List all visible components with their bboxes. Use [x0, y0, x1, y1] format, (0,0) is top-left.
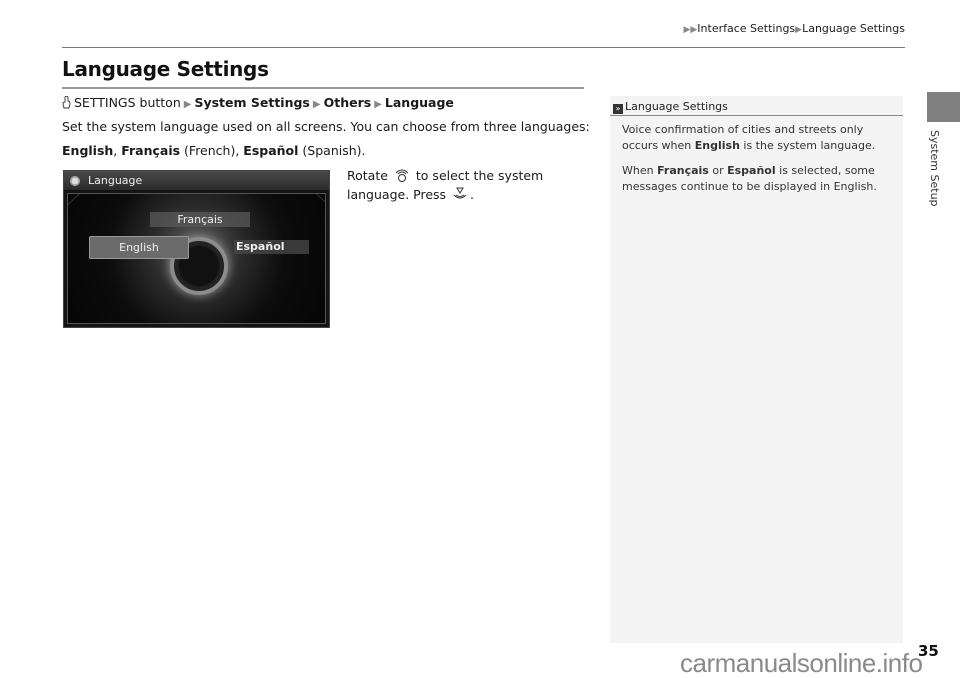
lang-french: Français [121, 143, 181, 158]
note-heading-text: Language Settings [625, 100, 728, 113]
lang-english: English [62, 143, 114, 158]
note-text: is the system language. [739, 139, 876, 152]
watermark: carmanualsonline.info [680, 648, 923, 678]
step-text: . [470, 187, 475, 202]
breadcrumb-item[interactable]: Language Settings [802, 22, 905, 35]
note-bold: English [694, 139, 740, 152]
note-paragraph: Voice confirmation of cities and streets… [622, 122, 897, 154]
menu-path: SETTINGS button ▶ System Settings ▶ Others ▶ L… [62, 95, 454, 110]
step-text: Rotate [347, 168, 388, 183]
note-divider [610, 115, 903, 116]
note-heading: » Language Settings [613, 100, 728, 114]
breadcrumb: ▶▶Interface Settings▶Language Settings [640, 22, 905, 35]
arrow-icon: ▶▶ [683, 25, 698, 35]
note-paragraph: When Français or Español is selected, so… [622, 163, 897, 195]
screen-title-bar: Language [64, 171, 329, 191]
note-bold: Français [657, 164, 709, 177]
screen-body: Français English Español [67, 193, 326, 324]
note-text: or [708, 164, 728, 177]
arrow-icon: ▶ [312, 99, 321, 110]
hand-pointer-icon [62, 96, 71, 109]
option-french[interactable]: Français [150, 212, 250, 227]
path-step: System Settings [194, 95, 310, 110]
arrow-icon: ▶ [374, 99, 382, 110]
breadcrumb-item[interactable]: Interface Settings [697, 22, 795, 35]
description-line: Set the system language used on all scre… [62, 119, 590, 134]
section-tab[interactable] [927, 92, 960, 122]
title-divider [62, 87, 584, 89]
double-arrow-icon: » [613, 104, 623, 114]
rotate-knob-icon [395, 169, 409, 182]
language-screen-image: Language Français English Español [63, 170, 330, 328]
step-instruction: Rotate to select the system language. Pr… [347, 166, 582, 204]
option-spanish[interactable]: Español [234, 240, 309, 254]
page-title: Language Settings [62, 57, 269, 81]
lang-french-note: (French), [180, 143, 244, 158]
screen-title: Language [88, 174, 143, 187]
path-step: Others [323, 95, 372, 110]
press-knob-icon [453, 187, 467, 199]
note-text: When [622, 164, 658, 177]
lang-spanish-note: (Spanish). [298, 143, 366, 158]
page-number: 35 [918, 642, 939, 660]
side-note: » Language Settings Voice confirmation of… [610, 96, 903, 643]
header-divider [62, 47, 905, 48]
note-bold: Español [727, 164, 776, 177]
section-tab-label: System Setup [928, 130, 941, 207]
gear-icon [70, 176, 80, 186]
description-languages: English, Français (French), Español (Spa… [62, 143, 366, 158]
path-step: Language [384, 95, 454, 110]
path-start: SETTINGS button [74, 95, 181, 110]
arrow-icon: ▶ [183, 99, 192, 110]
lang-spanish: Español [243, 143, 299, 158]
option-english-selected[interactable]: English [89, 236, 189, 259]
